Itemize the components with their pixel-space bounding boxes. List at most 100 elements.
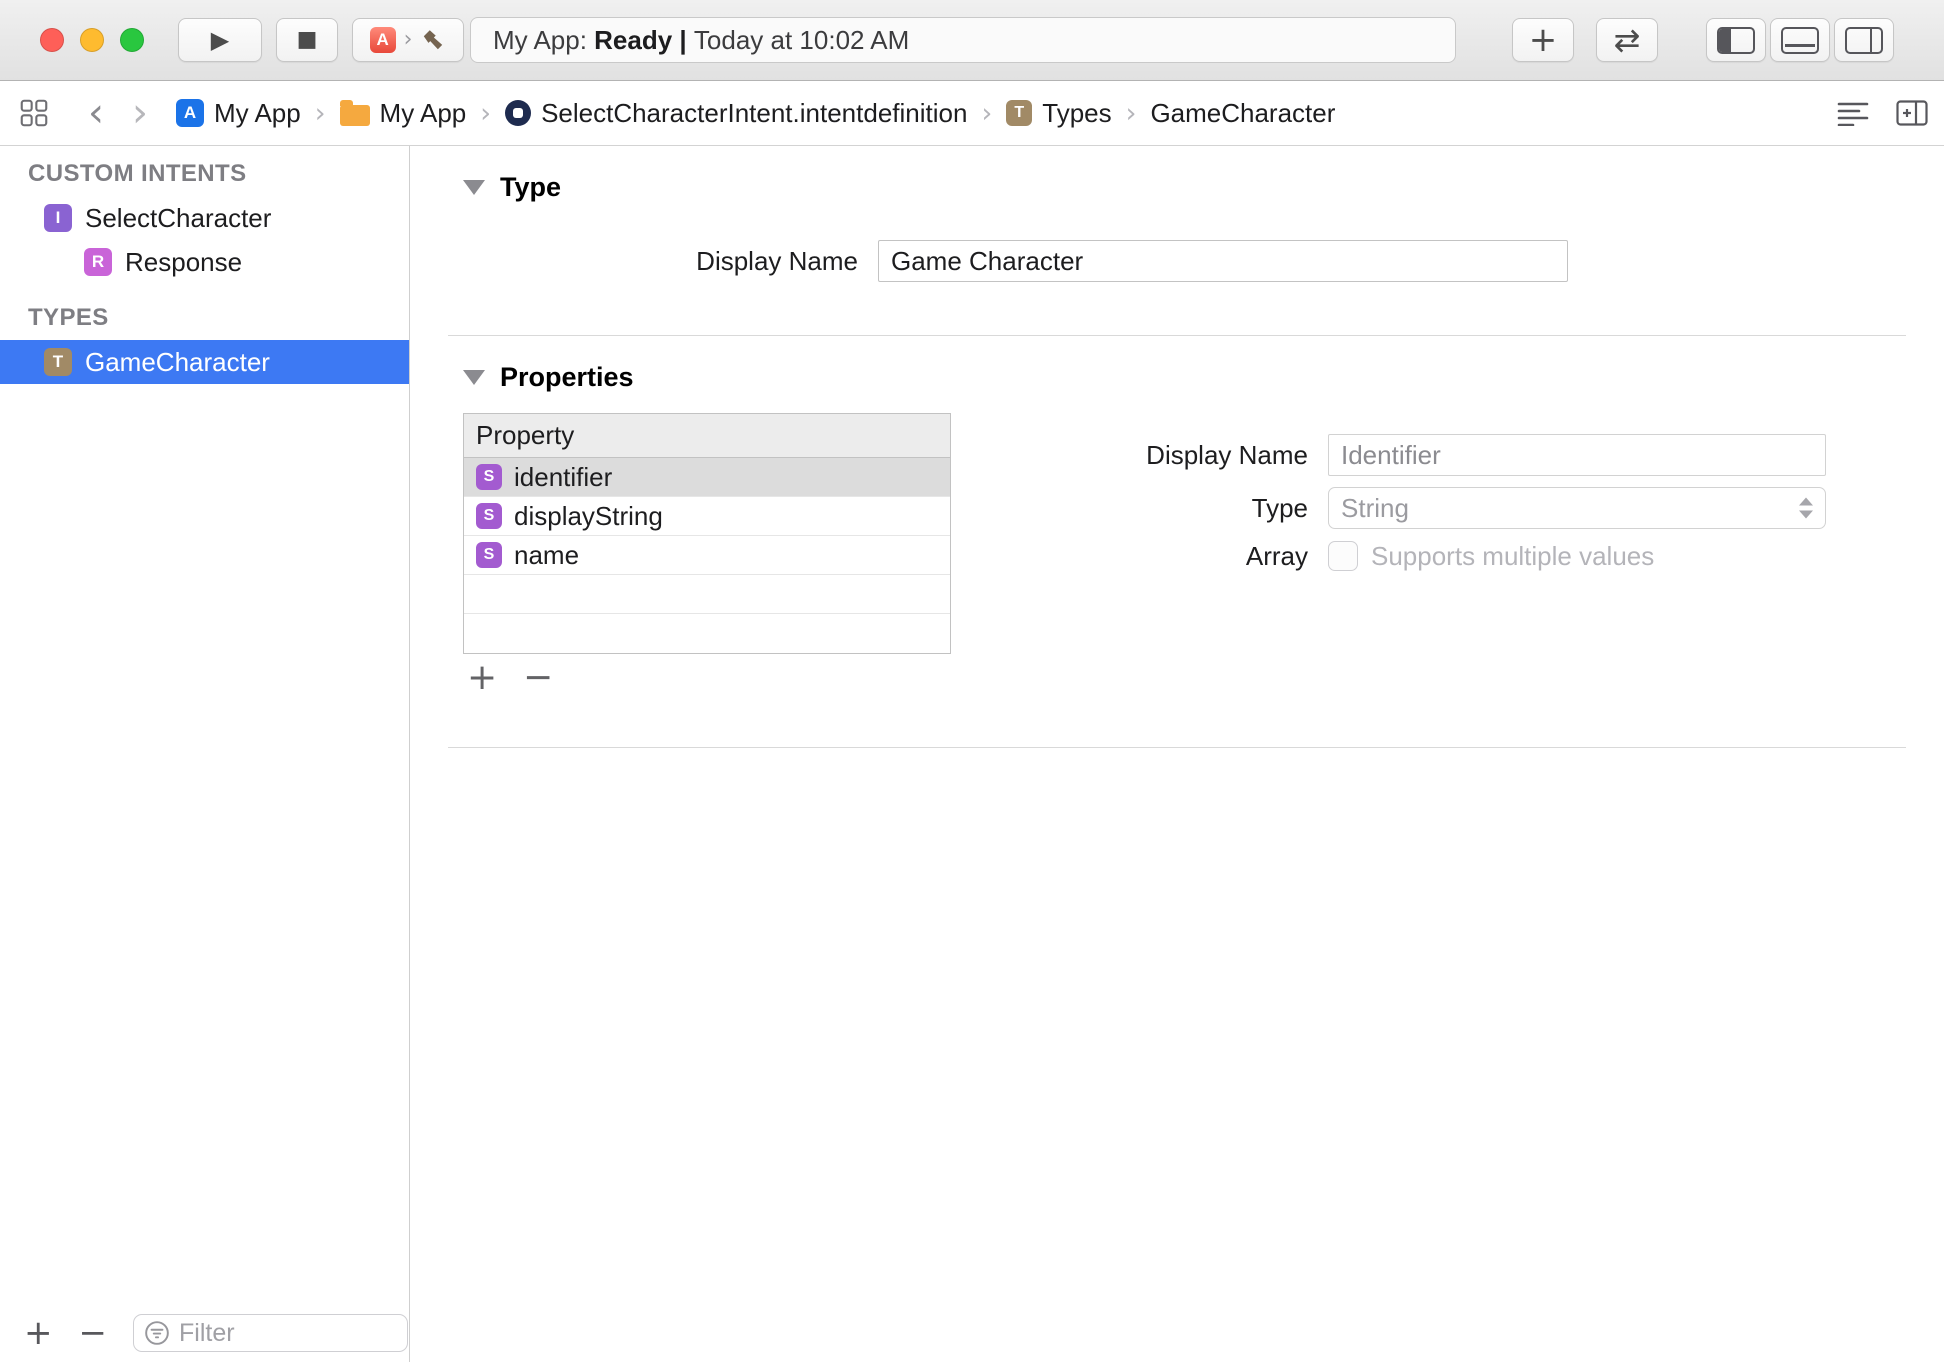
status-detail: Today at 10:02 AM [694, 25, 909, 56]
related-items-icon[interactable] [20, 99, 48, 127]
breadcrumb-separator: › [1126, 98, 1137, 129]
stop-icon: ■ [297, 29, 318, 51]
zoom-window-button[interactable] [120, 28, 144, 52]
filter-input[interactable] [179, 1319, 379, 1348]
display-name-label: Display Name [411, 240, 858, 282]
breadcrumb-item-group[interactable]: My App [340, 98, 467, 129]
disclosure-triangle-icon [463, 180, 485, 195]
folder-icon [340, 101, 370, 126]
bottom-panel-icon [1781, 27, 1819, 54]
table-row-identifier[interactable]: S identifier [464, 458, 950, 497]
string-type-icon: S [476, 542, 502, 568]
breadcrumb-item-project[interactable]: A My App [176, 98, 301, 129]
section-divider [448, 335, 1906, 336]
remove-property-button[interactable]: − [523, 660, 553, 696]
run-button[interactable]: ▶ [178, 18, 262, 62]
remove-item-button[interactable]: − [79, 1316, 108, 1350]
sidebar-item-label: SelectCharacter [85, 203, 271, 234]
section-title: Properties [500, 362, 634, 393]
sidebar-item-response[interactable]: R Response [0, 240, 409, 284]
inspector-type-label: Type [1011, 487, 1308, 529]
toggle-navigator-button[interactable] [1706, 18, 1766, 62]
filter-field[interactable] [133, 1314, 408, 1352]
forward-button[interactable]: › [132, 93, 148, 133]
status-app-name: My App: [493, 25, 594, 56]
table-header-property: Property [464, 414, 950, 458]
scheme-chevron-icon: › [404, 29, 413, 51]
array-checkbox-label: Supports multiple values [1371, 541, 1654, 572]
sidebar-filter-bar: + − [0, 1304, 408, 1362]
table-row-name[interactable]: S name [464, 536, 950, 575]
navigator-sidebar: CUSTOM INTENTS I SelectCharacter R Respo… [0, 146, 410, 1362]
type-section-header[interactable]: Type [463, 172, 561, 203]
breadcrumb-item-gamecharacter[interactable]: GameCharacter [1150, 98, 1335, 129]
display-name-input[interactable] [878, 240, 1568, 282]
sidebar-item-label: GameCharacter [85, 347, 270, 378]
inspector-display-name-input[interactable] [1328, 434, 1826, 476]
properties-table: Property S identifier S displayString S … [463, 413, 951, 654]
section-title-types: TYPES [0, 296, 409, 340]
breadcrumb-label: SelectCharacterIntent.intentdefinition [541, 98, 967, 129]
response-icon: R [84, 248, 112, 276]
breadcrumb-label: Types [1042, 98, 1111, 129]
type-dropdown-value: String [1341, 493, 1409, 524]
editor-area: Type Display Name Properties Property S … [411, 146, 1944, 1362]
project-icon: A [176, 99, 204, 127]
dropdown-stepper-icon [1799, 498, 1813, 519]
add-editor-icon[interactable] [1896, 100, 1928, 126]
inspector-array-field-wrap: Supports multiple values [1328, 541, 1826, 571]
type-dropdown[interactable]: String [1328, 487, 1826, 529]
property-name: name [514, 540, 579, 571]
string-type-icon: S [476, 503, 502, 529]
table-row-empty [464, 575, 950, 614]
close-window-button[interactable] [40, 28, 64, 52]
breadcrumb-label: GameCharacter [1150, 98, 1335, 129]
activity-viewer: My App: Ready | Today at 10:02 AM [470, 17, 1456, 63]
intent-icon: I [44, 204, 72, 232]
breadcrumb-separator: › [981, 98, 992, 129]
type-icon: T [44, 348, 72, 376]
code-review-button[interactable]: ⇄ [1596, 18, 1658, 62]
add-item-button[interactable]: + [24, 1316, 53, 1350]
sidebar-item-label: Response [125, 247, 242, 278]
section-title-custom-intents: CUSTOM INTENTS [0, 152, 409, 196]
inspector-display-name-label: Display Name [1011, 434, 1308, 476]
minimize-window-button[interactable] [80, 28, 104, 52]
properties-section-header[interactable]: Properties [463, 362, 634, 393]
xcode-window: ▶ ■ A › My App: Ready | Today at 10:02 A… [0, 0, 1944, 1362]
property-name: identifier [514, 462, 612, 493]
breadcrumb: A My App › My App › SelectCharacterInten… [176, 81, 1335, 145]
breadcrumb-separator: › [480, 98, 491, 129]
table-row-displaystring[interactable]: S displayString [464, 497, 950, 536]
toolbar: ▶ ■ A › My App: Ready | Today at 10:02 A… [0, 0, 1944, 81]
property-name: displayString [514, 501, 663, 532]
inspector-display-name-field-wrap [1328, 434, 1826, 476]
hammer-icon [420, 27, 446, 53]
breadcrumb-label: My App [214, 98, 301, 129]
breadcrumb-separator: › [315, 98, 326, 129]
stop-button[interactable]: ■ [276, 18, 338, 62]
editor-options-icon[interactable] [1836, 100, 1870, 126]
breadcrumb-item-file[interactable]: SelectCharacterIntent.intentdefinition [505, 98, 967, 129]
library-add-button[interactable]: + [1512, 18, 1574, 62]
toggle-debug-area-button[interactable] [1770, 18, 1830, 62]
scheme-selector[interactable]: A › [352, 18, 464, 62]
add-property-button[interactable]: + [467, 660, 497, 696]
plus-icon: + [1529, 23, 1558, 57]
section-title: Type [500, 172, 561, 203]
toggle-inspector-button[interactable] [1834, 18, 1894, 62]
sidebar-item-gamecharacter[interactable]: T GameCharacter [0, 340, 409, 384]
app-scheme-icon: A [370, 27, 396, 53]
breadcrumb-item-types[interactable]: T Types [1006, 98, 1111, 129]
filter-icon [144, 1320, 170, 1346]
breadcrumb-label: My App [380, 98, 467, 129]
left-panel-icon [1717, 27, 1755, 54]
array-checkbox[interactable] [1328, 541, 1358, 571]
back-button[interactable]: ‹ [88, 93, 104, 133]
disclosure-triangle-icon [463, 370, 485, 385]
table-row-empty [464, 614, 950, 653]
section-divider [448, 747, 1906, 748]
type-icon: T [1006, 100, 1032, 126]
sidebar-item-selectcharacter[interactable]: I SelectCharacter [0, 196, 409, 240]
string-type-icon: S [476, 464, 502, 490]
